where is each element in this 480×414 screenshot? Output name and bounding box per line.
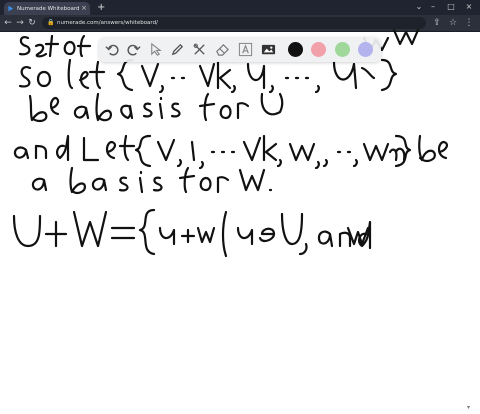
- lock-icon: 🔒: [47, 19, 55, 26]
- eraser-icon[interactable]: [214, 41, 231, 58]
- browser-tab[interactable]: Numerade Whiteboard ×: [4, 2, 90, 15]
- reload-icon[interactable]: ↻: [27, 17, 37, 29]
- close-icon[interactable]: ×: [81, 5, 87, 12]
- pen-icon[interactable]: [169, 41, 186, 58]
- share-icon[interactable]: ⇪: [432, 17, 442, 29]
- minimize-icon[interactable]: –: [428, 1, 438, 13]
- whiteboard-canvas[interactable]: [0, 32, 480, 414]
- whiteboard-toolbar: [99, 37, 381, 62]
- forward-icon[interactable]: →: [15, 17, 25, 29]
- color-swatch-green[interactable]: [335, 42, 350, 57]
- select-arrow-icon[interactable]: [147, 41, 164, 58]
- image-icon[interactable]: [260, 41, 277, 58]
- undo-icon[interactable]: [104, 41, 121, 58]
- redo-icon[interactable]: [125, 41, 142, 58]
- resize-handle-icon[interactable]: ▾: [467, 404, 474, 411]
- text-icon[interactable]: [237, 41, 254, 58]
- tab-title: Numerade Whiteboard: [17, 5, 80, 12]
- new-tab-icon[interactable]: +: [97, 2, 105, 14]
- browser-tab-strip: Numerade Whiteboard × + ⌄ – □ ×: [0, 0, 480, 15]
- window-close-icon[interactable]: ×: [464, 1, 474, 13]
- color-swatch-pink[interactable]: [311, 42, 326, 57]
- back-icon[interactable]: ←: [3, 17, 13, 29]
- maximize-icon[interactable]: □: [446, 1, 456, 13]
- menu-icon[interactable]: ⋮: [464, 17, 474, 29]
- numerade-favicon-icon: [7, 5, 14, 12]
- url-field[interactable]: 🔒 numerade.com/answers/whiteboard/: [42, 17, 426, 29]
- star-icon[interactable]: ☆: [448, 17, 458, 29]
- address-bar: ← → ↻ 🔒 numerade.com/answers/whiteboard/…: [0, 15, 480, 32]
- color-swatch-lavender[interactable]: [358, 42, 373, 57]
- tools-icon[interactable]: [191, 41, 208, 58]
- chevron-down-icon[interactable]: ⌄: [414, 1, 424, 13]
- url-text: numerade.com/answers/whiteboard/: [57, 20, 158, 26]
- color-swatch-black[interactable]: [288, 42, 303, 57]
